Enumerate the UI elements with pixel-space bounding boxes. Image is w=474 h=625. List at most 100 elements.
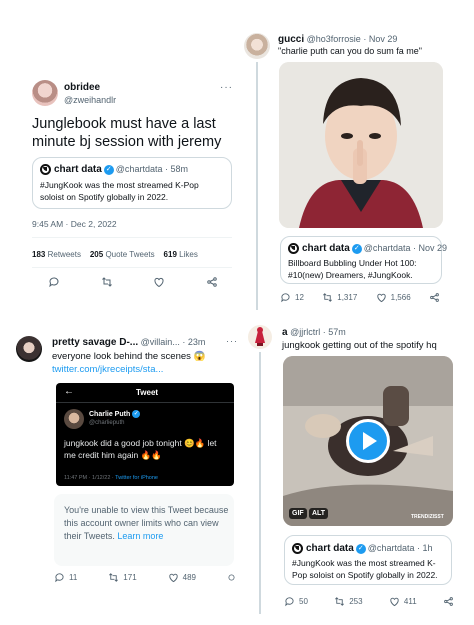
avatar[interactable] xyxy=(32,80,58,106)
tweet-photo[interactable] xyxy=(279,62,443,228)
verified-icon: ✓ xyxy=(132,410,141,418)
like-icon[interactable] xyxy=(153,276,165,288)
retweet-icon[interactable] xyxy=(101,276,113,288)
reply-count: 11 xyxy=(69,573,78,582)
chart-data-logo-icon xyxy=(40,164,51,176)
reply-action[interactable]: 50 xyxy=(284,596,308,607)
action-bar xyxy=(48,276,218,288)
tweet-time[interactable]: 23m xyxy=(188,337,206,347)
retweet-count: 253 xyxy=(349,597,363,606)
more-icon[interactable]: ··· xyxy=(226,336,238,346)
divider xyxy=(32,237,232,238)
avatar[interactable] xyxy=(244,33,270,59)
verified-icon: ✓ xyxy=(355,543,366,554)
reply-action[interactable]: 11 xyxy=(54,572,77,583)
tweet-gif[interactable]: GIF ALT TRENDIZISST xyxy=(283,356,453,526)
reply-icon[interactable] xyxy=(48,276,60,288)
quote-tweet[interactable]: chart data ✓ @chartdata · Nov 29 Billboard… xyxy=(280,236,447,284)
quote-text: Billboard Bubbling Under Hot 100: #10(ne… xyxy=(288,258,417,280)
author-name[interactable]: a xyxy=(282,327,288,338)
tweet-time[interactable]: Nov 29 xyxy=(369,34,398,44)
reply-icon[interactable] xyxy=(284,596,295,607)
embed-text: jungkook did a good job tonight 😊🔥 let m… xyxy=(64,438,217,460)
like-count: 1,566 xyxy=(390,293,411,302)
gif-badge: GIF xyxy=(289,508,307,519)
quote-time: 1h xyxy=(422,543,433,553)
embed-footer-app: Twitter for iPhone xyxy=(115,475,158,481)
author-handle[interactable]: @ho3forrosie xyxy=(307,34,361,44)
like-icon[interactable] xyxy=(376,292,387,303)
thread-line xyxy=(259,352,261,614)
author-name[interactable]: obridee xyxy=(64,82,100,93)
embed-author-handle: @charlieputh xyxy=(89,420,125,426)
embed-footer-time: 11:47 PM · 1/12/22 · xyxy=(64,475,114,481)
quote-time: 58m xyxy=(170,164,189,174)
quote-count[interactable]: 205 xyxy=(90,250,103,259)
chart-data-logo-icon xyxy=(292,543,303,555)
like-count: 411 xyxy=(403,597,417,606)
tweet-time[interactable]: 57m xyxy=(328,327,346,337)
retweet-count: 171 xyxy=(123,573,137,582)
quote-author-name: chart data xyxy=(302,243,350,254)
avatar xyxy=(64,409,84,429)
tweet-text: Junglebook must have a last minute bj se… xyxy=(32,116,222,150)
author-name[interactable]: gucci xyxy=(278,34,304,45)
retweet-count[interactable]: 183 xyxy=(32,250,45,259)
like-icon[interactable] xyxy=(168,572,179,583)
embed-author-name: Charlie Puth xyxy=(89,410,131,418)
action-bar: 50 253 411 xyxy=(284,596,454,607)
reply-icon[interactable] xyxy=(280,292,291,303)
engagement-stats: 183 Retweets 205 Quote Tweets 619 Likes xyxy=(32,250,198,259)
like-count[interactable]: 619 xyxy=(164,250,177,259)
tweet-text: jungkook getting out of the spotify hq xyxy=(282,340,437,351)
retweet-icon[interactable] xyxy=(322,292,333,303)
verified-icon: ✓ xyxy=(103,164,114,175)
quote-tweet[interactable]: chart data ✓ @chartdata · 1h #JungKook was… xyxy=(284,535,452,585)
tweet-text: everyone look behind the scenes 😱 xyxy=(52,351,206,362)
retweet-action[interactable]: 171 xyxy=(108,572,137,583)
share-icon[interactable] xyxy=(429,292,440,303)
quote-author-name: chart data xyxy=(306,543,354,554)
quote-tweet[interactable]: chart data ✓ @chartdata · 58m #JungKook wa… xyxy=(32,157,232,209)
retweet-count: 1,317 xyxy=(337,293,358,302)
reply-icon[interactable] xyxy=(54,572,65,583)
avatar[interactable] xyxy=(16,336,42,362)
quote-author-handle: @chartdata xyxy=(363,243,411,253)
learn-more-link[interactable]: Learn more xyxy=(117,531,163,541)
avatar[interactable] xyxy=(248,325,272,349)
reply-action[interactable]: 12 xyxy=(280,292,304,303)
share-icon[interactable] xyxy=(206,276,218,288)
more-icon[interactable]: ··· xyxy=(220,82,233,93)
like-count: 489 xyxy=(182,573,196,582)
retweet-action[interactable]: 253 xyxy=(334,596,363,607)
author-name[interactable]: pretty savage D-... xyxy=(52,337,138,348)
quote-time: Nov 29 xyxy=(418,243,448,253)
retweet-icon[interactable] xyxy=(334,596,345,607)
retweet-icon[interactable] xyxy=(108,572,119,583)
back-arrow-icon: ← xyxy=(64,386,74,397)
author-handle[interactable]: @zweihandlr xyxy=(64,95,116,105)
like-action[interactable]: 489 xyxy=(168,572,196,583)
alt-badge[interactable]: ALT xyxy=(309,508,329,519)
divider xyxy=(32,267,232,268)
reply-count: 50 xyxy=(299,597,308,606)
verified-icon: ✓ xyxy=(351,243,362,254)
quote-text: #JungKook was the most streamed K-Pop so… xyxy=(40,180,199,202)
thread-line xyxy=(256,62,258,310)
chart-data-logo-icon xyxy=(288,243,299,255)
share-icon[interactable] xyxy=(227,573,236,582)
like-action[interactable]: 411 xyxy=(389,596,417,607)
like-icon[interactable] xyxy=(389,596,400,607)
share-icon[interactable] xyxy=(443,596,454,607)
play-icon xyxy=(363,432,377,450)
quote-author-handle: @chartdata xyxy=(115,164,163,174)
retweet-action[interactable]: 1,317 xyxy=(322,292,357,303)
play-button[interactable] xyxy=(346,419,390,463)
reply-count: 12 xyxy=(295,293,304,302)
tweet-timestamp[interactable]: 9:45 AM · Dec 2, 2022 xyxy=(32,219,117,229)
unavailable-notice: You're unable to view this Tweet because… xyxy=(54,494,234,566)
tweet-link[interactable]: twitter.com/jkreceipts/sta... xyxy=(52,364,163,375)
author-handle[interactable]: @villain... xyxy=(141,337,180,347)
author-handle[interactable]: @jjrlctrl xyxy=(290,327,320,337)
like-action[interactable]: 1,566 xyxy=(376,292,411,303)
